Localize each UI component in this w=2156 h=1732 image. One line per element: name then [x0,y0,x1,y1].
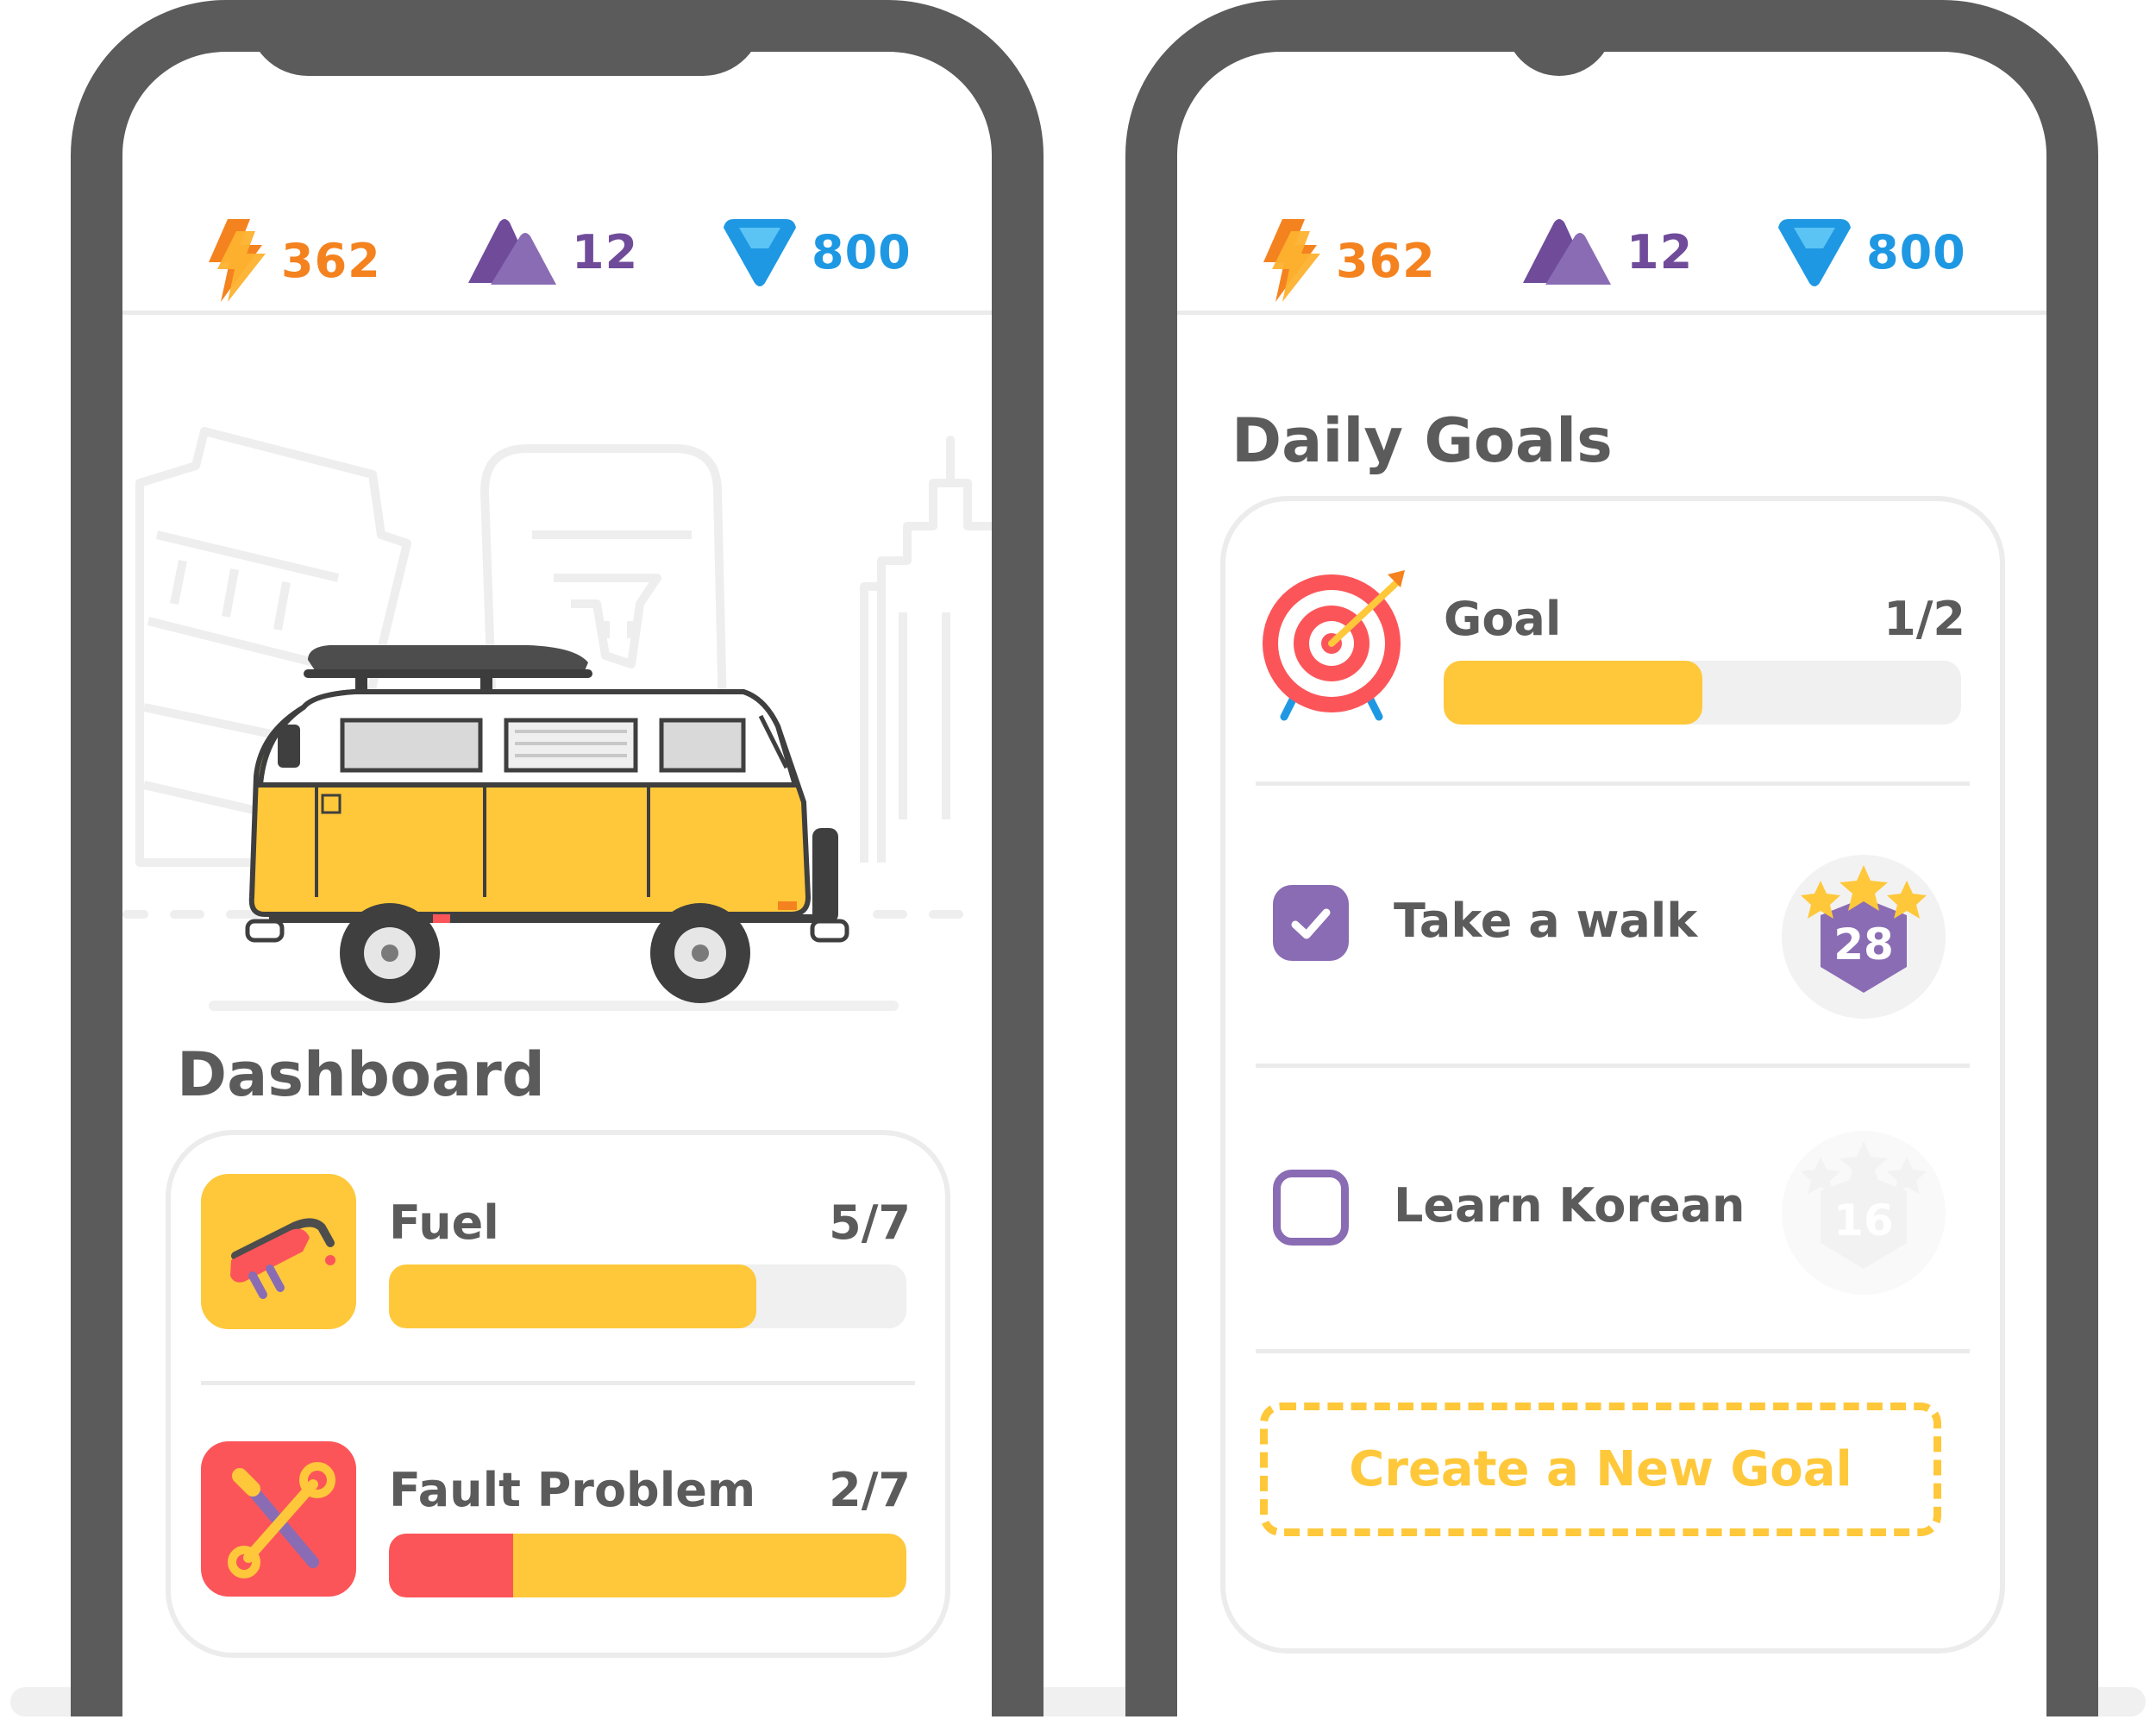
goal-label: Goal [1444,592,1562,646]
gem-mountain-icon [468,219,556,285]
learn-korean-label: Learn Korean [1394,1178,1745,1233]
checkmark-icon [1291,908,1331,939]
phone-right: 362 12 800 Daily Goals Goal 1/2 Take a w… [1125,0,2098,1716]
dashboard-title: Dashboard [177,1039,545,1110]
divider [1256,781,1970,786]
gems-stat: 12 [463,216,638,288]
take-walk-label: Take a walk [1394,894,1698,948]
take-walk-checkbox[interactable] [1273,885,1349,961]
currency-bar: 362 12 800 [1177,173,2046,315]
target-arrow-icon [1263,570,1405,721]
camper-van-illustration [122,427,992,1011]
diamonds-stat: 800 [720,216,912,288]
streak-badge-number: 28 [1833,919,1894,970]
wrench-screwdriver-icon [228,1462,335,1578]
gems-count: 12 [1626,224,1694,279]
fuel-tile [201,1174,356,1329]
screen-left: 362 12 800 Dashboard Fuel 5/7 Fault Prob… [122,52,992,1716]
fuel-label: Fuel [389,1195,499,1250]
fault-count: 2/7 [829,1463,911,1517]
divider [1256,1064,1970,1068]
divider [201,1381,915,1385]
diamonds-count: 800 [812,224,912,279]
create-goal-button[interactable]: Create a New Goal [1260,1403,1941,1536]
energy-icon [1263,219,1320,302]
daily-goals-card: Goal 1/2 Take a walk 28 Learn Korean 16 … [1220,496,2005,1654]
learn-korean-checkbox[interactable] [1273,1170,1349,1246]
fuel-progress-bar [389,1264,906,1328]
daily-goals-title: Daily Goals [1232,405,1613,476]
fault-progress-bar [389,1534,906,1597]
fuel-count: 5/7 [829,1195,911,1250]
fault-problem-segment [389,1534,513,1597]
streak-badge-locked: 16 [1777,1122,1950,1295]
diamond-icon [724,219,796,286]
diamonds-stat: 800 [1775,216,1966,288]
currency-bar: 362 12 800 [122,173,992,315]
streak-badge-number: 16 [1833,1195,1894,1246]
dashboard-card: Fuel 5/7 Fault Problem 2/7 [166,1130,950,1658]
fuel-nozzle-icon [230,1218,335,1299]
goal-progress-bar [1444,661,1961,725]
gems-stat: 12 [1518,216,1693,288]
energy-icon [209,219,266,302]
screen-right: 362 12 800 Daily Goals Goal 1/2 Take a w… [1177,52,2046,1716]
gems-count: 12 [572,224,639,279]
energy-stat: 362 [1257,216,1436,305]
diamond-icon [1778,219,1851,286]
energy-count: 362 [281,233,381,288]
energy-stat: 362 [202,216,381,305]
goal-count: 1/2 [1883,592,1965,646]
fault-tile [201,1441,356,1597]
divider [1256,1349,1970,1353]
goal-progress-fill [1444,661,1702,725]
energy-count: 362 [1336,233,1436,288]
streak-badge-active: 28 [1777,846,1950,1019]
diamonds-count: 800 [1866,224,1966,279]
phone-notch [248,0,763,76]
gem-mountain-icon [1523,219,1611,285]
phone-left: 362 12 800 Dashboard Fuel 5/7 Fault Prob… [71,0,1044,1716]
fuel-progress-fill [389,1264,756,1328]
fault-label: Fault Problem [389,1463,756,1517]
